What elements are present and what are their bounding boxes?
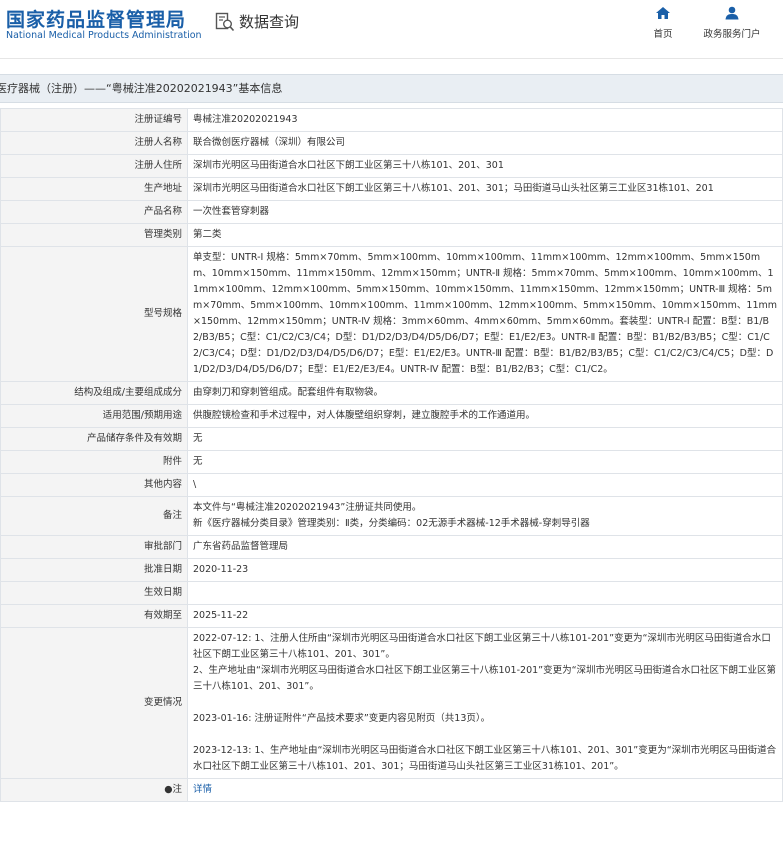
note-label: 注 bbox=[172, 784, 182, 795]
table-row: 管理类别 第二类 bbox=[0, 223, 783, 247]
table-row: 附件无 bbox=[0, 450, 783, 474]
change-entry: 2023-01-16: 注册证附件“产品技术要求”变更内容见附页（共13页）。 bbox=[193, 713, 491, 724]
row-value: 深圳市光明区马田街道合水口社区下朗工业区第三十八栋101、201、301；马田街… bbox=[187, 177, 783, 201]
row-label: 注册证编号 bbox=[0, 108, 188, 132]
row-value: 2022-07-12: 1、注册人住所由“深圳市光明区马田街道合水口社区下朗工业… bbox=[187, 627, 783, 779]
change-entry: 2023-12-13: 1、生产地址由“深圳市光明区马田街道合水口社区下朗工业区… bbox=[193, 745, 777, 772]
row-value: \ bbox=[187, 473, 783, 497]
row-label: 有效期至 bbox=[0, 604, 188, 628]
change-entry: 2、生产地址由“深圳市光明区马田街道合水口社区下朗工业区第三十八栋101-201… bbox=[193, 665, 777, 692]
row-value: 第二类 bbox=[187, 223, 783, 247]
row-label: ●注 bbox=[0, 778, 188, 802]
info-table: 注册证编号 粤械注准20202021943 注册人名称 联合微创医疗器械（深圳）有限… bbox=[0, 108, 783, 802]
table-row: ●注 详情 bbox=[0, 778, 783, 802]
nav-gov-service-label: 政务服务门户 bbox=[703, 29, 761, 40]
row-value: 联合微创医疗器械（深圳）有限公司 bbox=[187, 131, 783, 155]
nav-gov-service[interactable]: 政务服务门户 bbox=[700, 6, 764, 40]
table-row: 产品储存条件及有效期无 bbox=[0, 427, 783, 451]
change-entry: 2022-07-12: 1、注册人住所由“深圳市光明区马田街道合水口社区下朗工业… bbox=[193, 633, 771, 660]
table-row: 生产地址 深圳市光明区马田街道合水口社区下朗工业区第三十八栋101、201、301… bbox=[0, 177, 783, 201]
table-row: 变更情况 2022-07-12: 1、注册人住所由“深圳市光明区马田街道合水口社区… bbox=[0, 627, 783, 779]
row-label: 产品储存条件及有效期 bbox=[0, 427, 188, 451]
row-value: 2020-11-23 bbox=[187, 558, 783, 582]
table-row: 注册证编号 粤械注准20202021943 bbox=[0, 108, 783, 132]
page-title-text: 医疗器械（注册）——“粤械注准20202021943”基本信息 bbox=[0, 82, 283, 95]
nav-home-label: 首页 bbox=[653, 29, 673, 40]
remark-line: 本文件与“粤械注准20202021943”注册证共同使用。 bbox=[193, 502, 422, 513]
row-label: 注册人住所 bbox=[0, 154, 188, 178]
table-row: 适用范围/预期用途 供腹腔镜检查和手术过程中，对人体腹壁组织穿刺，建立腹腔手术的工… bbox=[0, 404, 783, 428]
table-row: 型号规格 单支型：UNTR-Ⅰ 规格：5mm×70mm、5mm×100mm、10m… bbox=[0, 246, 783, 382]
row-label: 结构及组成/主要组成成分 bbox=[0, 381, 188, 405]
row-label: 型号规格 bbox=[0, 246, 188, 382]
remark-line: 新《医疗器械分类目录》管理类别：Ⅱ类，分类编码：02无源手术器械-12手术器械-… bbox=[193, 518, 590, 529]
table-row: 其他内容 \ bbox=[0, 473, 783, 497]
table-row: 有效期至 2025-11-22 bbox=[0, 604, 783, 628]
row-value: 单支型：UNTR-Ⅰ 规格：5mm×70mm、5mm×100mm、10mm×10… bbox=[187, 246, 783, 382]
data-query-title: 数据查询 bbox=[215, 11, 299, 32]
user-icon bbox=[725, 6, 739, 20]
row-label: 生效日期 bbox=[0, 581, 188, 605]
home-icon bbox=[656, 7, 670, 19]
table-row: 审批部门 广东省药品监督管理局 bbox=[0, 535, 783, 559]
row-label: 适用范围/预期用途 bbox=[0, 404, 188, 428]
row-label: 管理类别 bbox=[0, 223, 188, 247]
logo-subtitle: National Medical Products Administration bbox=[6, 30, 202, 41]
detail-link[interactable]: 详情 bbox=[193, 784, 212, 795]
logo-title[interactable]: 国家药品监督管理局 bbox=[6, 5, 186, 32]
row-value: 供腹腔镜检查和手术过程中，对人体腹壁组织穿刺，建立腹腔手术的工作通道用。 bbox=[187, 404, 783, 428]
row-value: 深圳市光明区马田街道合水口社区下朗工业区第三十八栋101、201、301 bbox=[187, 154, 783, 178]
table-row: 批准日期 2020-11-23 bbox=[0, 558, 783, 582]
table-row: 结构及组成/主要组成成分 由穿刺刀和穿刺管组成。配套组件有取物袋。 bbox=[0, 381, 783, 405]
row-value: 无 bbox=[187, 450, 783, 474]
row-value: 广东省药品监督管理局 bbox=[187, 535, 783, 559]
row-label: 生产地址 bbox=[0, 177, 188, 201]
table-row: 注册人住所 深圳市光明区马田街道合水口社区下朗工业区第三十八栋101、201、30… bbox=[0, 154, 783, 178]
table-row: 生效日期 bbox=[0, 581, 783, 605]
row-value: 本文件与“粤械注准20202021943”注册证共同使用。新《医疗器械分类目录》… bbox=[187, 496, 783, 536]
row-label: 备注 bbox=[0, 496, 188, 536]
row-label: 其他内容 bbox=[0, 473, 188, 497]
row-label: 附件 bbox=[0, 450, 188, 474]
row-value: 由穿刺刀和穿刺管组成。配套组件有取物袋。 bbox=[187, 381, 783, 405]
row-label: 产品名称 bbox=[0, 200, 188, 224]
table-row: 备注 本文件与“粤械注准20202021943”注册证共同使用。新《医疗器械分类目… bbox=[0, 496, 783, 536]
table-row: 产品名称 一次性套管穿刺器 bbox=[0, 200, 783, 224]
row-label: 批准日期 bbox=[0, 558, 188, 582]
row-label: 审批部门 bbox=[0, 535, 188, 559]
row-value: 无 bbox=[187, 427, 783, 451]
row-label: 变更情况 bbox=[0, 627, 188, 779]
data-query-icon bbox=[215, 12, 235, 31]
page-title: 医疗器械（注册）——“粤械注准20202021943”基本信息 bbox=[0, 74, 783, 103]
row-value: 一次性套管穿刺器 bbox=[187, 200, 783, 224]
row-value: 粤械注准20202021943 bbox=[187, 108, 783, 132]
row-value: 2025-11-22 bbox=[187, 604, 783, 628]
row-label: 注册人名称 bbox=[0, 131, 188, 155]
site-header: 国家药品监督管理局 National Medical Products Admi… bbox=[0, 0, 783, 59]
row-value bbox=[187, 581, 783, 605]
data-query-label: 数据查询 bbox=[239, 13, 300, 31]
nav-home[interactable]: 首页 bbox=[649, 6, 677, 40]
table-row: 注册人名称 联合微创医疗器械（深圳）有限公司 bbox=[0, 131, 783, 155]
row-value: 详情 bbox=[187, 778, 783, 802]
